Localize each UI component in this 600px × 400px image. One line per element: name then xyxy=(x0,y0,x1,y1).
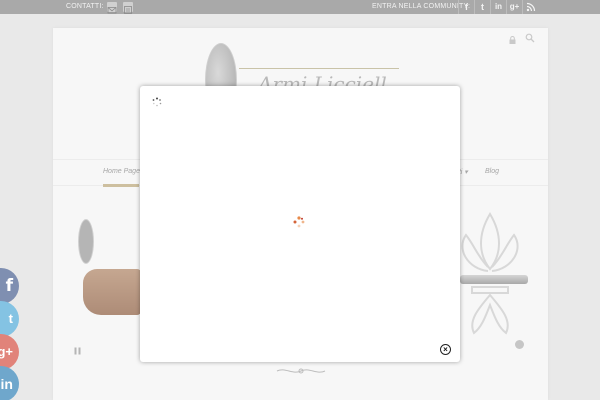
lock-icon[interactable] xyxy=(509,31,516,44)
divider-ornament xyxy=(276,368,326,374)
top-bar: CONTATTI: ENTRA NELLA COMMUNITY: f t in … xyxy=(0,0,600,14)
slide-emblem xyxy=(78,219,94,264)
nav-item-home[interactable]: Home Page xyxy=(103,168,140,175)
nav-active-indicator xyxy=(103,184,139,187)
floating-twitter-icon[interactable]: t xyxy=(0,301,19,337)
linkedin-icon[interactable]: in xyxy=(490,0,506,14)
twitter-icon[interactable]: t xyxy=(474,0,490,14)
pause-icon[interactable] xyxy=(74,342,81,355)
rss-icon[interactable] xyxy=(522,0,538,14)
community-label: ENTRA NELLA COMMUNITY: xyxy=(372,3,471,10)
close-button[interactable]: × xyxy=(440,344,451,355)
contacts-label: CONTATTI: xyxy=(66,3,104,10)
email-icon[interactable] xyxy=(107,2,117,14)
google-plus-icon[interactable]: g+ xyxy=(506,0,522,14)
info-icon[interactable] xyxy=(515,340,524,349)
floating-google-plus-icon[interactable]: g+ xyxy=(0,334,19,370)
facebook-icon[interactable]: f xyxy=(458,0,474,14)
logo-rule xyxy=(239,68,399,69)
loading-spinner-icon xyxy=(152,97,162,107)
nav-item-blog[interactable]: Blog xyxy=(485,168,499,175)
search-icon[interactable] xyxy=(525,30,535,43)
lightbox-modal: × xyxy=(140,86,460,362)
slide-rifle-stock xyxy=(83,269,141,315)
floating-linkedin-icon[interactable]: in xyxy=(0,366,19,400)
slide-fleur-de-lis xyxy=(461,212,519,335)
contact-card-icon[interactable] xyxy=(123,2,133,14)
loading-indicator-icon xyxy=(293,216,305,228)
floating-facebook-icon[interactable]: f xyxy=(0,268,19,304)
slide-rifle-barrel xyxy=(460,275,528,284)
